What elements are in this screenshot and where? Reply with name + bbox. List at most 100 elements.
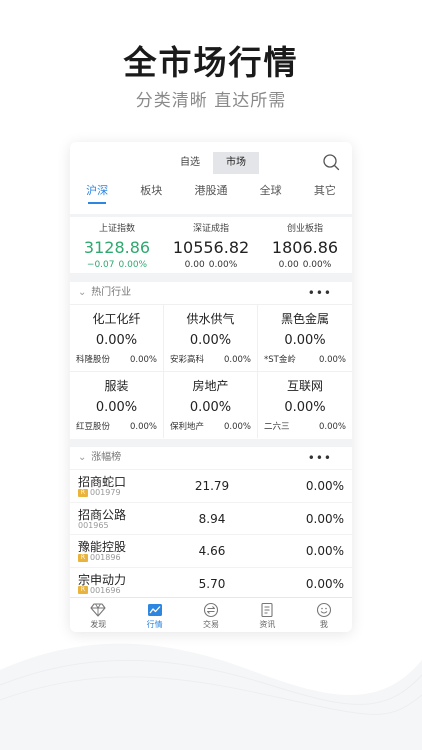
stock-price: 4.66 [198,544,226,558]
stock-price: 5.70 [198,576,226,591]
top-gainers-title: 涨幅榜 [91,452,122,463]
stock-code-text: 001696 [90,585,121,595]
sector-name: 房地产 [192,379,229,393]
more-icon[interactable]: ••• [308,282,332,304]
sector-leader-pct: 0.00% [318,355,346,365]
hero-title: 全市场行情 [123,43,299,82]
phone-screen: 自选 市场 沪深 板块 港股通 全球 其它 上证指数 3128.86 −0.07… [70,142,352,632]
exchange-icon [203,602,219,618]
stock-pct: 0.00% [305,544,344,558]
sector-pct: 0.00% [284,333,326,348]
nav-label: 行情 [146,620,163,629]
sector-cell[interactable]: 房地产 0.00% 保利地产 0.00% [164,371,258,438]
stock-row[interactable]: 招商公路 001965 8.94 0.00% [70,501,352,535]
tab-hk-connect[interactable]: 港股通 [194,182,227,204]
index-card-chinext[interactable]: 创业板指 1806.86 0.00 0.00% [258,217,352,273]
stock-code: 001965 [78,521,109,530]
index-card-shanghai[interactable]: 上证指数 3128.86 −0.07 0.00% [70,217,164,273]
smiley-icon [316,602,331,618]
sector-name: 化工化纤 [92,312,141,326]
index-value: 1806.86 [271,238,339,257]
sector-grid: 化工化纤 0.00% 科隆股份 0.00% 供水供气 0.00% 安彩高科 0.00… [70,304,352,438]
index-change-points: −0.07 [86,260,115,270]
sector-cell[interactable]: 供水供气 0.00% 安彩高科 0.00% [164,304,258,371]
sector-leader-pct: 0.00% [223,355,251,365]
stock-price: 21.79 [194,479,230,493]
hot-sectors-panel: ⌄ 热门行业 ••• 化工化纤 0.00% 科隆股份 0.00% 供水供气 0.0… [70,282,352,439]
index-name: 创业板指 [286,224,323,234]
sector-pct: 0.00% [284,400,326,415]
stock-row[interactable]: 豫能控股 R 001896 4.66 0.00% [70,534,352,567]
chevron-down-icon[interactable]: ⌄ [78,282,88,304]
stock-code: R 001696 [78,586,121,595]
tab-sectors[interactable]: 板块 [140,182,162,204]
index-card-shenzhen[interactable]: 深证成指 10556.82 0.00 0.00% [164,217,258,273]
sector-name: 黑色金属 [280,312,329,326]
nav-news[interactable]: 资讯 [239,598,295,632]
sector-leader: 保利地产 0.00% [164,421,257,433]
top-gainers-panel: ⌄ 涨幅榜 ••• 招商蛇口 R 001979 21.79 0.00% 招商公路 … [70,447,352,597]
nav-label: 发现 [90,620,107,629]
nav-label: 我 [319,620,328,629]
index-value: 3128.86 [83,238,151,257]
sector-cell[interactable]: 互联网 0.00% 二六三 0.00% [258,371,352,438]
stock-code: R 001979 [78,488,121,497]
sector-pct: 0.00% [189,333,232,348]
sector-cell[interactable]: 黑色金属 0.00% *ST金岭 0.00% [258,304,352,371]
top-gainers-header[interactable]: ⌄ 涨幅榜 ••• [70,447,352,469]
index-name: 上证指数 [98,224,135,234]
market-tabs: 沪深 板块 港股通 全球 其它 [70,182,352,204]
index-change-pct: 0.00% [302,260,332,270]
document-icon [261,602,273,618]
sector-leader-name: 红豆股份 [76,422,111,432]
index-change: −0.07 0.00% [70,259,164,271]
index-summary: 上证指数 3128.86 −0.07 0.00% 深证成指 10556.82 0.… [70,217,352,273]
nav-trade[interactable]: 交易 [183,598,239,632]
sector-name: 供水供气 [186,312,235,326]
margin-badge: R [78,586,88,594]
tab-global[interactable]: 全球 [260,182,282,204]
sector-leader-name: *ST金岭 [264,355,296,365]
diamond-icon [90,603,106,617]
sector-leader: 安彩高科 0.00% [164,354,257,366]
nav-me[interactable]: 我 [296,598,352,632]
tab-other[interactable]: 其它 [314,182,336,204]
nav-label: 交易 [203,620,220,629]
segment-market[interactable]: 市场 [213,152,259,174]
hot-sectors-title: 热门行业 [91,287,132,298]
more-icon[interactable]: ••• [308,447,332,469]
tab-shanghai-shenzhen[interactable]: 沪深 [86,182,108,204]
margin-badge: R [78,553,88,562]
index-change-points: 0.00 [184,260,205,270]
sector-cell[interactable]: 化工化纤 0.00% 科隆股份 0.00% [70,304,164,371]
index-change: 0.00 0.00% [164,259,258,271]
stock-pct: 0.00% [305,576,344,591]
margin-badge: R [78,488,88,497]
sector-leader: *ST金岭 0.00% [258,354,352,366]
nav-market[interactable]: 行情 [126,598,182,632]
sector-name: 互联网 [286,379,323,393]
sector-pct: 0.00% [189,400,232,415]
index-change: 0.00 0.00% [258,259,352,271]
sector-leader-pct: 0.00% [129,355,157,365]
stock-row[interactable]: 宗申动力 R 001696 5.70 0.00% [70,566,352,598]
stock-code-text: 001965 [78,520,109,530]
index-value: 10556.82 [172,238,250,257]
sector-pct: 0.00% [95,400,138,415]
sector-cell[interactable]: 服装 0.00% 红豆股份 0.00% [70,371,164,438]
search-icon[interactable] [322,153,340,171]
sector-leader-name: 保利地产 [170,422,205,432]
stock-price: 8.94 [198,511,226,526]
nav-discover[interactable]: 发现 [70,598,126,632]
stock-row[interactable]: 招商蛇口 R 001979 21.79 0.00% [70,469,352,502]
index-name: 深证成指 [192,224,229,234]
stock-code-text: 001896 [90,553,121,562]
segment-watchlist[interactable]: 自选 [167,152,213,174]
bottom-nav: 发现 行情 交易 资讯 我 [70,597,352,632]
sector-leader-name: 安彩高科 [170,355,205,365]
chevron-down-icon[interactable]: ⌄ [78,447,88,469]
chart-icon [147,604,162,616]
hot-sectors-header[interactable]: ⌄ 热门行业 ••• [70,282,352,304]
sector-leader-pct: 0.00% [223,422,251,432]
nav-label: 资讯 [259,620,276,629]
